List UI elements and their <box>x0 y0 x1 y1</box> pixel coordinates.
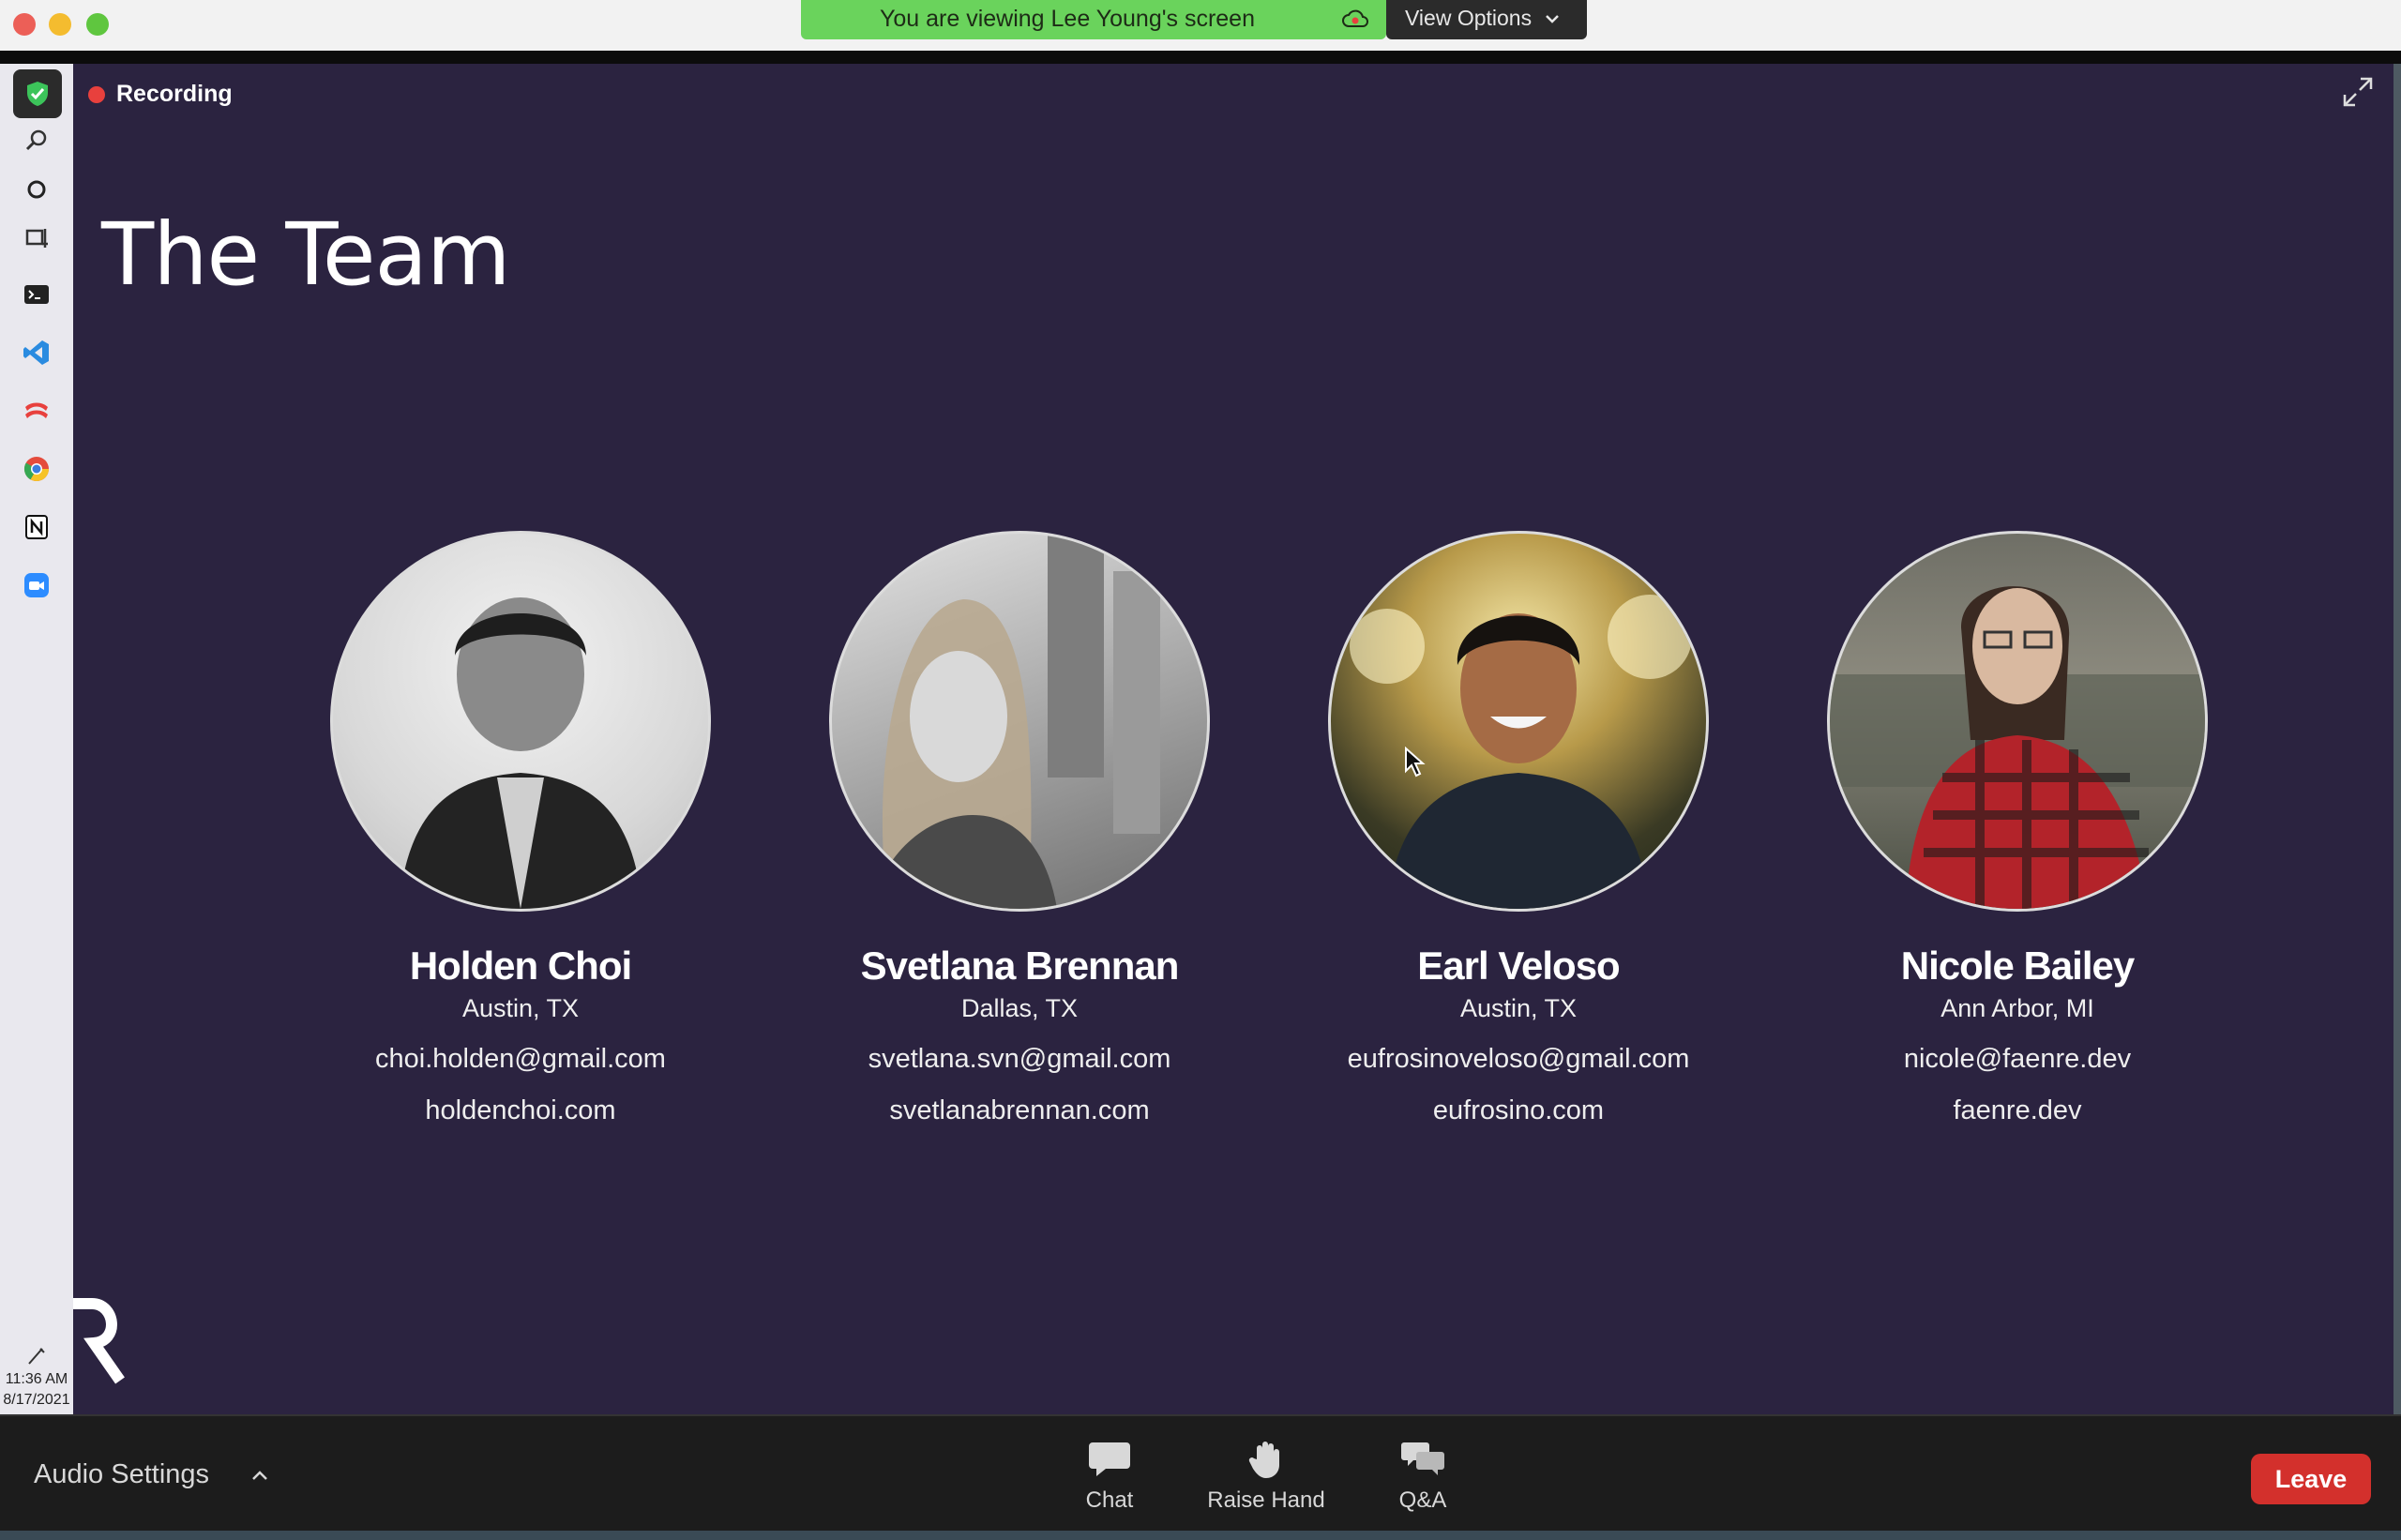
recording-label: Recording <box>116 81 233 107</box>
zoom-icon[interactable] <box>18 566 55 604</box>
clock-time: 11:36 AM <box>5 1371 68 1387</box>
search-icon[interactable] <box>18 122 55 159</box>
hand-icon <box>1248 1442 1279 1478</box>
shield-check-icon[interactable] <box>13 69 62 118</box>
member-name: Holden Choi <box>409 944 632 988</box>
chevron-down-icon <box>1546 15 1559 23</box>
member-website: holdenchoi.com <box>425 1095 616 1125</box>
qa-icon <box>1401 1442 1444 1475</box>
clock-date: 8/17/2021 <box>3 1392 70 1408</box>
team-member-card: Earl Veloso Austin, TX eufrosinoveloso@g… <box>1256 531 1781 1126</box>
member-photo <box>1328 531 1709 912</box>
vscode-icon[interactable] <box>18 334 55 371</box>
team-member-card: Holden Choi Austin, TX choi.holden@gmail… <box>258 531 783 1126</box>
member-website: eufrosino.com <box>1432 1095 1605 1125</box>
clock: 11:36 AM 8/17/2021 <box>0 1369 73 1411</box>
member-photo <box>330 531 711 912</box>
chrome-icon[interactable] <box>18 450 55 488</box>
slide-title: The Team <box>101 204 511 305</box>
member-location: Dallas, TX <box>960 994 1079 1022</box>
viewing-text: You are viewing Lee Young's screen <box>880 6 1255 32</box>
member-name: Svetlana Brennan <box>860 944 1180 988</box>
member-photo <box>829 531 1210 912</box>
member-email: svetlana.svn@gmail.com <box>868 1044 1171 1074</box>
circle-icon[interactable] <box>18 171 55 208</box>
member-email: choi.holden@gmail.com <box>375 1044 666 1074</box>
raise-hand-button[interactable]: Raise Hand <box>1196 1439 1336 1514</box>
member-email: nicole@faenre.dev <box>1903 1044 2132 1074</box>
chat-icon <box>1089 1442 1130 1476</box>
member-website: svetlanabrennan.com <box>889 1095 1150 1125</box>
desktop-edge <box>0 1531 2401 1540</box>
meeting-toolbar: Audio Settings Chat Raise Hand Q&A Leave <box>0 1414 2401 1532</box>
window-title-bar: You are viewing Lee Young's screen View … <box>0 0 2401 53</box>
person-portrait-icon <box>869 534 1160 909</box>
stack-icon[interactable] <box>18 392 55 430</box>
member-location: Ann Arbor, MI <box>1940 994 2094 1022</box>
terminal-icon[interactable] <box>18 276 55 313</box>
minimize-window-button[interactable] <box>49 13 71 36</box>
member-location: Austin, TX <box>461 994 580 1022</box>
person-portrait-icon <box>1350 595 1692 909</box>
recording-indicator[interactable]: Recording <box>88 81 233 108</box>
recording-dot-icon <box>88 85 105 103</box>
screenshot-icon[interactable] <box>18 219 55 257</box>
shared-slide: Recording The Team Holden Choi Austin, T… <box>73 64 2393 1414</box>
member-name: Earl Veloso <box>1417 944 1620 988</box>
zoom-window-button[interactable] <box>86 13 109 36</box>
desktop-edge <box>2393 64 2401 1414</box>
view-options-label: View Options <box>1405 6 1533 30</box>
chevron-up-icon[interactable] <box>248 1463 272 1487</box>
view-options-button[interactable]: View Options <box>1386 0 1587 39</box>
team-member-card: Nicole Bailey Ann Arbor, MI nicole@faenr… <box>1755 531 2280 1126</box>
chat-button[interactable]: Chat <box>1039 1439 1180 1514</box>
window-divider <box>0 51 2401 64</box>
cloud-recording-icon <box>1342 9 1368 27</box>
member-photo <box>1827 531 2208 912</box>
member-location: Austin, TX <box>1459 994 1578 1022</box>
close-window-button[interactable] <box>13 13 36 36</box>
notion-icon[interactable] <box>18 508 55 546</box>
brand-logo-icon <box>73 1298 125 1384</box>
person-portrait-icon <box>399 597 642 909</box>
team-member-card: Svetlana Brennan Dallas, TX svetlana.svn… <box>757 531 1282 1126</box>
leave-button[interactable]: Leave <box>2251 1454 2371 1504</box>
audio-settings-button[interactable]: Audio Settings <box>34 1459 209 1490</box>
member-website: faenre.dev <box>1953 1095 2082 1125</box>
qa-label: Q&A <box>1398 1487 1447 1513</box>
screen-share-banner: You are viewing Lee Young's screen <box>801 0 1386 39</box>
fullscreen-icon[interactable] <box>2339 73 2377 111</box>
member-name: Nicole Bailey <box>1900 944 2135 988</box>
qa-button[interactable]: Q&A <box>1352 1439 1493 1514</box>
mouse-cursor-icon <box>1405 747 1426 778</box>
person-portrait-icon <box>1830 586 2205 909</box>
shared-screen-dock: 11:36 AM 8/17/2021 <box>0 64 73 1414</box>
member-email: eufrosinoveloso@gmail.com <box>1347 1044 1690 1074</box>
raise-hand-label: Raise Hand <box>1207 1487 1325 1513</box>
chat-label: Chat <box>1085 1487 1134 1513</box>
